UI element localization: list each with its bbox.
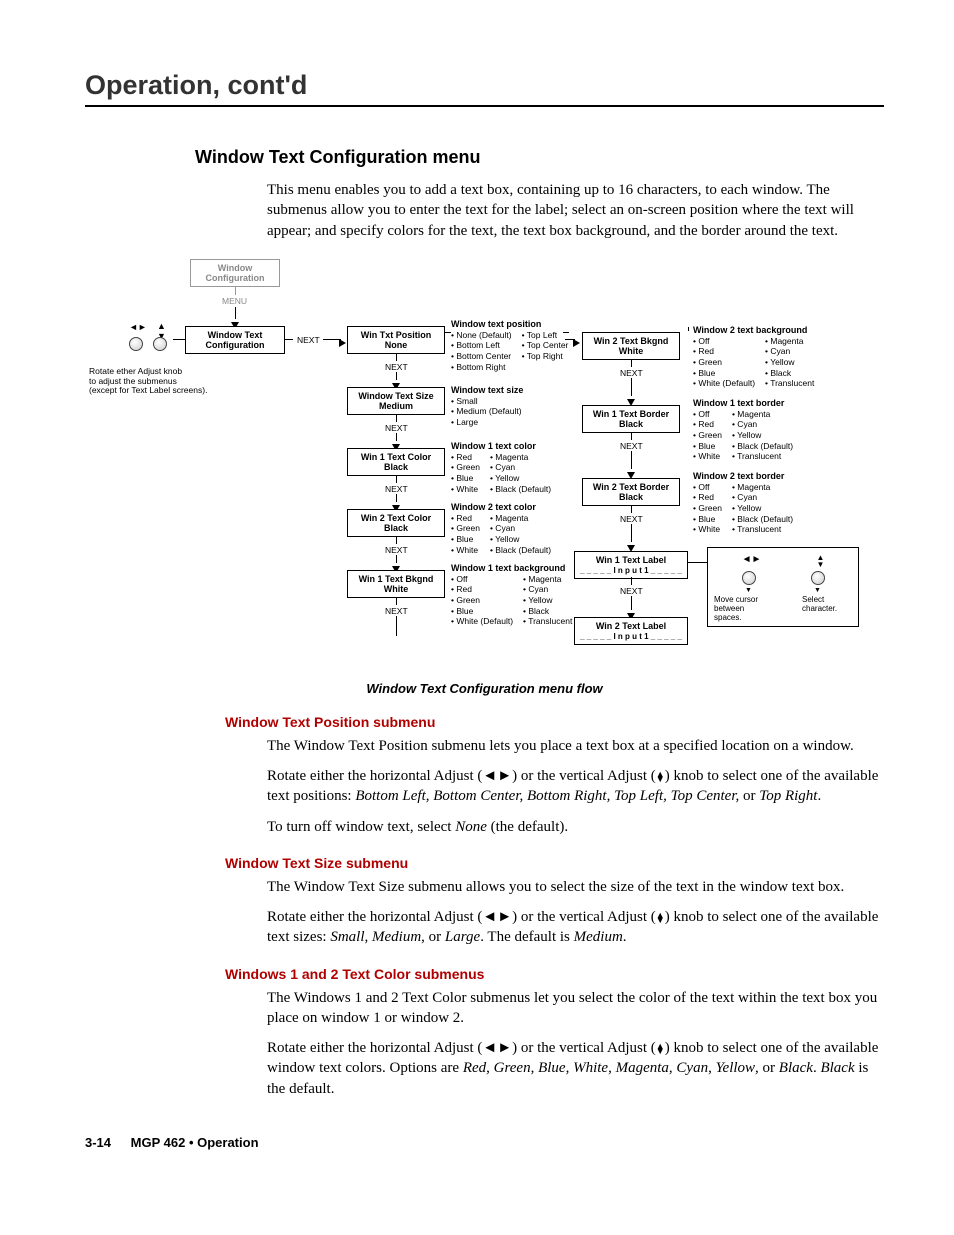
opt-head-bg2: Window 2 text background bbox=[693, 325, 807, 335]
box-window-configuration: Window Configuration bbox=[190, 259, 280, 287]
box-window-text-configuration: Window Text Configuration bbox=[185, 326, 285, 355]
subsection-heading: Window Text Size submenu bbox=[225, 855, 884, 871]
horiz-arrow-icon: ◄► bbox=[482, 1040, 512, 1056]
subsection-heading: Window Text Position submenu bbox=[225, 714, 884, 730]
horiz-arrow-icon: ◄► bbox=[742, 554, 762, 568]
adjust-knob-icon bbox=[811, 571, 825, 585]
horiz-arrow-icon: ◄► bbox=[129, 322, 147, 332]
vert-arrow-icon: ▲▼ bbox=[656, 772, 665, 781]
box-win2-text-label: Win 2 Text Label_ _ _ _ _ I n p u t 1 _ … bbox=[574, 617, 688, 646]
box-win1-text-color: Win 1 Text ColorBlack bbox=[347, 448, 445, 477]
box-window-text-size: Window Text SizeMedium bbox=[347, 387, 445, 416]
box-win1-text-bkgnd: Win 1 Text BkgndWhite bbox=[347, 570, 445, 599]
body-text: The Window Text Size submenu allows you … bbox=[267, 877, 884, 897]
box-win2-text-border: Win 2 Text BorderBlack bbox=[582, 478, 680, 507]
horiz-arrow-icon: ◄► bbox=[482, 909, 512, 925]
body-text: Rotate either the horizontal Adjust (◄►)… bbox=[267, 766, 884, 807]
opt-head-position: Window text position bbox=[451, 319, 541, 329]
horiz-arrow-icon: ◄► bbox=[482, 768, 512, 784]
subsection-heading: Windows 1 and 2 Text Color submenus bbox=[225, 966, 884, 982]
box-win2-text-color: Win 2 Text ColorBlack bbox=[347, 509, 445, 538]
box-win1-text-border: Win 1 Text BorderBlack bbox=[582, 405, 680, 434]
box-knob-instructions: ◄► ▲▼ ▼▼ Move cursor between spaces. Sel… bbox=[707, 547, 859, 627]
title-rule bbox=[85, 105, 884, 107]
opt-head-c2: Window 2 text color bbox=[451, 502, 536, 512]
vert-arrow-icon: ▲▼ bbox=[656, 1044, 665, 1053]
vert-arrow-icon: ▲▼ bbox=[656, 913, 665, 922]
label-next: NEXT bbox=[297, 335, 320, 345]
body-text: The Windows 1 and 2 Text Color submenus … bbox=[267, 988, 884, 1029]
vert-arrow-icon: ▲▼ bbox=[817, 554, 825, 568]
section-heading: Window Text Configuration menu bbox=[195, 147, 884, 168]
box-win-txt-position: Win Txt PositionNone bbox=[347, 326, 445, 355]
page-title: Operation, cont'd bbox=[85, 70, 884, 101]
figure-caption: Window Text Configuration menu flow bbox=[85, 681, 884, 696]
footer-title: MGP 462 • Operation bbox=[131, 1135, 259, 1150]
opt-head-c1: Window 1 text color bbox=[451, 441, 536, 451]
body-text: Rotate either the horizontal Adjust (◄►)… bbox=[267, 907, 884, 948]
box-win2-text-bkgnd: Win 2 Text BkgndWhite bbox=[582, 332, 680, 361]
page-number: 3-14 bbox=[85, 1135, 111, 1150]
label-menu: MENU bbox=[222, 296, 247, 306]
opt-head-bd1: Window 1 text border bbox=[693, 398, 784, 408]
body-text: The Window Text Position submenu lets yo… bbox=[267, 736, 884, 756]
menu-flow-diagram: Window Configuration MENU ◄► ▲▼ Rotate e… bbox=[85, 259, 885, 659]
intro-paragraph: This menu enables you to add a text box,… bbox=[267, 180, 884, 241]
adjust-knob-icon bbox=[742, 571, 756, 585]
opt-head-bd2: Window 2 text border bbox=[693, 471, 784, 481]
body-text: To turn off window text, select None (th… bbox=[267, 817, 884, 837]
body-text: Rotate either the horizontal Adjust (◄►)… bbox=[267, 1038, 884, 1099]
adjust-knob-icon bbox=[129, 337, 143, 351]
adjust-knob-icon bbox=[153, 337, 167, 351]
opt-head-size: Window text size bbox=[451, 385, 523, 395]
opt-head-bg1: Window 1 text background bbox=[451, 563, 565, 573]
knob-note: Rotate ether Adjust knob to adjust the s… bbox=[89, 367, 259, 396]
page-footer: 3-14 MGP 462 • Operation bbox=[85, 1135, 884, 1150]
box-win1-text-label: Win 1 Text Label_ _ _ _ _ I n p u t 1 _ … bbox=[574, 551, 688, 580]
